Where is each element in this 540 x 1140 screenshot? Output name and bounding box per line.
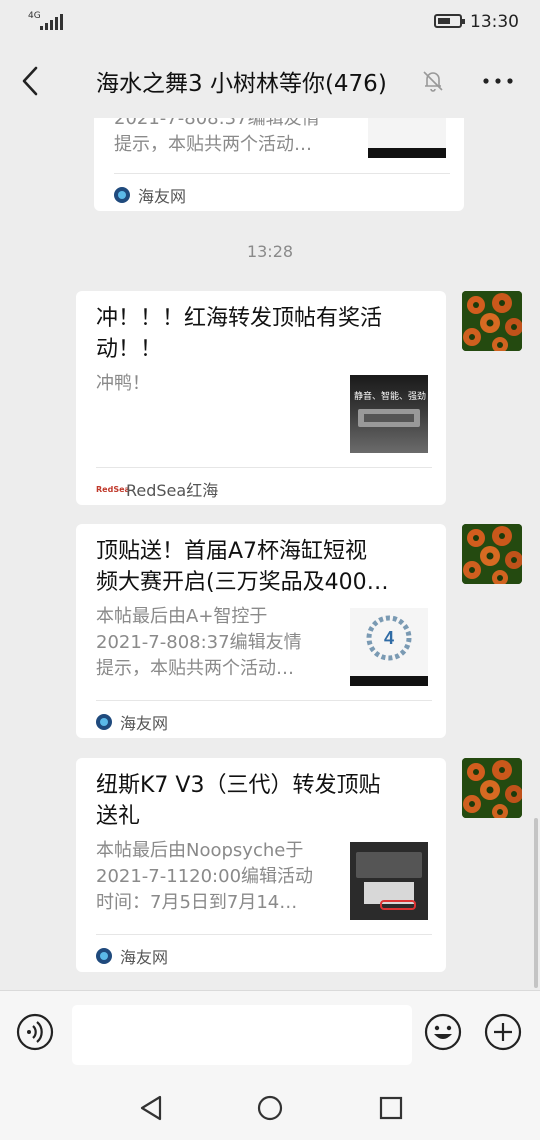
link-card[interactable]: 冲！！！红海转发顶帖有奖活 动！！ 冲鸭！ 静音、智能、强劲 RedSea Re… bbox=[76, 291, 446, 505]
chat-header: 海水之舞3 小树林等你(476) bbox=[0, 44, 540, 118]
avatar[interactable] bbox=[462, 524, 522, 584]
svg-text:4: 4 bbox=[384, 628, 394, 648]
card-title: 纽斯K7 V3（三代）转发顶贴 送礼 bbox=[96, 770, 426, 832]
network-type: 4G bbox=[28, 11, 41, 21]
card-divider bbox=[96, 467, 432, 468]
card-title-line: 冲！！！红海转发顶帖有奖活 bbox=[96, 306, 383, 331]
link-card[interactable]: 顶贴送！首届A7杯海缸短视 频大赛开启(三万奖品及400… 本帖最后由A+智控于… bbox=[76, 524, 446, 738]
card-title: 冲！！！红海转发顶帖有奖活 动！！ bbox=[96, 303, 426, 365]
card-desc-line: 2021-7-1120:00编辑活动 bbox=[96, 866, 314, 887]
source-name: 海友网 bbox=[120, 948, 169, 967]
message-input[interactable] bbox=[72, 1005, 412, 1065]
avatar[interactable] bbox=[462, 758, 522, 818]
scrollbar[interactable] bbox=[534, 818, 538, 988]
coral-avatar-image bbox=[462, 758, 522, 818]
card-title: 顶贴送！首届A7杯海缸短视 频大赛开启(三万奖品及400… bbox=[96, 536, 426, 598]
card-title-line: 动！！ bbox=[96, 337, 163, 362]
coral-avatar-image bbox=[462, 291, 522, 351]
redsea-logo-icon: RedSea bbox=[96, 484, 130, 494]
card-title-line: 纽斯K7 V3（三代）转发顶贴 bbox=[96, 773, 381, 798]
input-bar bbox=[0, 990, 540, 1077]
card-divider bbox=[96, 700, 432, 701]
card-title-line: 送礼 bbox=[96, 804, 141, 829]
back-arrow-icon[interactable] bbox=[18, 64, 44, 98]
voice-icon[interactable] bbox=[16, 1013, 54, 1051]
card-source: 海友网 bbox=[96, 710, 168, 734]
avatar[interactable] bbox=[462, 291, 522, 351]
card-thumbnail: 4 bbox=[350, 608, 428, 686]
card-source: 海友网 bbox=[96, 944, 168, 968]
source-name: 海友网 bbox=[120, 714, 169, 733]
a7-logo-image: 4 bbox=[350, 615, 428, 686]
card-source: RedSea RedSea红海 bbox=[96, 477, 218, 501]
card-title-line: 顶贴送！首届A7杯海缸短视 bbox=[96, 539, 368, 564]
card-desc-line: 本帖最后由Noopsyche于 bbox=[96, 840, 304, 861]
card-desc-line: 时间：7月5日到7月14… bbox=[96, 892, 298, 913]
battery-icon bbox=[434, 14, 465, 28]
source-name: 海友网 bbox=[138, 187, 187, 206]
card-divider bbox=[114, 173, 450, 174]
card-title-line: 频大赛开启(三万奖品及400… bbox=[96, 570, 389, 595]
card-divider bbox=[96, 934, 432, 935]
card-desc-line: 2021-7-808:37编辑友情 bbox=[96, 632, 302, 653]
nav-recents-icon[interactable] bbox=[378, 1094, 404, 1122]
source-logo-icon bbox=[114, 187, 130, 203]
plus-icon[interactable] bbox=[484, 1013, 522, 1051]
card-thumbnail: 静音、智能、强劲 bbox=[350, 375, 428, 453]
source-logo-icon bbox=[96, 714, 112, 730]
nav-back-icon[interactable] bbox=[138, 1094, 164, 1122]
clock: 13:30 bbox=[470, 12, 519, 32]
card-desc-line: 提示，本贴共两个活动… bbox=[114, 134, 312, 155]
message-timestamp: 13:28 bbox=[246, 242, 294, 261]
source-logo-icon bbox=[96, 948, 112, 964]
card-desc-line: 冲鸭！ bbox=[96, 373, 150, 394]
signal-icon bbox=[40, 14, 63, 30]
coral-avatar-image bbox=[462, 524, 522, 584]
mute-bell-icon bbox=[423, 71, 443, 92]
status-bar: 4G 13:30 bbox=[0, 0, 540, 44]
card-source: 海友网 bbox=[114, 183, 186, 207]
nav-home-icon[interactable] bbox=[256, 1094, 284, 1122]
more-dots-icon[interactable] bbox=[480, 68, 516, 94]
source-name: RedSea红海 bbox=[126, 481, 219, 500]
card-desc-line: 本帖最后由A+智控于 bbox=[96, 606, 268, 627]
card-thumbnail bbox=[350, 842, 428, 920]
link-card[interactable]: 纽斯K7 V3（三代）转发顶贴 送礼 本帖最后由Noopsyche于 2021-… bbox=[76, 758, 446, 972]
emoji-icon[interactable] bbox=[424, 1013, 462, 1051]
thumb-caption: 静音、智能、强劲 bbox=[354, 392, 427, 402]
card-desc-line: 提示，本贴共两个活动… bbox=[96, 658, 294, 679]
system-nav-bar bbox=[0, 1076, 540, 1140]
chat-title: 海水之舞3 小树林等你(476) bbox=[96, 71, 387, 97]
